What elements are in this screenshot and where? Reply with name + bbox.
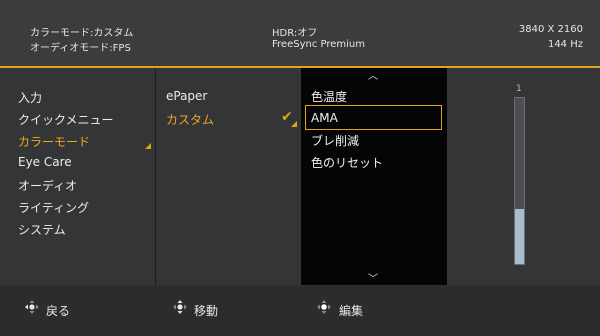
option-color-reset[interactable]: 色のリセット <box>311 154 383 171</box>
osd-screen: カラーモード:カスタム オーディオモード:FPS HDR:オフ FreeSync… <box>0 0 600 336</box>
audio-mode-status: オーディオモード:FPS <box>30 43 131 54</box>
menu-item-color-mode[interactable]: カラーモード <box>18 133 90 150</box>
back-hint: 戻る <box>46 304 71 318</box>
sub-item-epaper[interactable]: ePaper <box>166 89 207 103</box>
menu-item-input[interactable]: 入力 <box>18 89 42 106</box>
chevron-up-icon[interactable]: ︿ <box>368 67 378 82</box>
menu-item-system[interactable]: システム <box>18 221 66 238</box>
refresh-rate-status: 144 Hz <box>547 39 583 50</box>
enter-hint: 編集 <box>339 304 364 318</box>
menu-item-lighting[interactable]: ライティング <box>18 199 89 216</box>
active-corner-marker <box>291 121 297 127</box>
dpad-left-icon <box>25 300 39 314</box>
menu-item-audio[interactable]: オーディオ <box>18 177 77 194</box>
dpad-updown-icon <box>173 300 187 314</box>
slider-value-label: 1 <box>516 84 522 94</box>
chevron-down-icon[interactable]: ﹀ <box>368 270 378 285</box>
sub-item-custom[interactable]: カスタム <box>166 111 214 128</box>
menu-item-quick-menu[interactable]: クイックメニュー <box>18 111 114 128</box>
dpad-center-icon <box>317 300 331 314</box>
option-color-temperature[interactable]: 色温度 <box>311 88 347 105</box>
panel-divider <box>155 68 156 285</box>
move-hint: 移動 <box>194 304 219 318</box>
footer-bar <box>0 286 600 336</box>
hdr-status: HDR:オフ <box>272 28 318 39</box>
active-corner-marker <box>145 143 151 149</box>
option-ama[interactable]: AMA <box>311 111 338 125</box>
option-blur-reduction[interactable]: ブレ削減 <box>311 132 359 149</box>
menu-item-eye-care[interactable]: Eye Care <box>18 155 72 169</box>
resolution-status: 3840 X 2160 <box>518 24 583 35</box>
color-mode-status: カラーモード:カスタム <box>30 28 134 39</box>
freesync-status: FreeSync Premium <box>272 39 365 50</box>
ama-slider-fill <box>515 209 524 264</box>
